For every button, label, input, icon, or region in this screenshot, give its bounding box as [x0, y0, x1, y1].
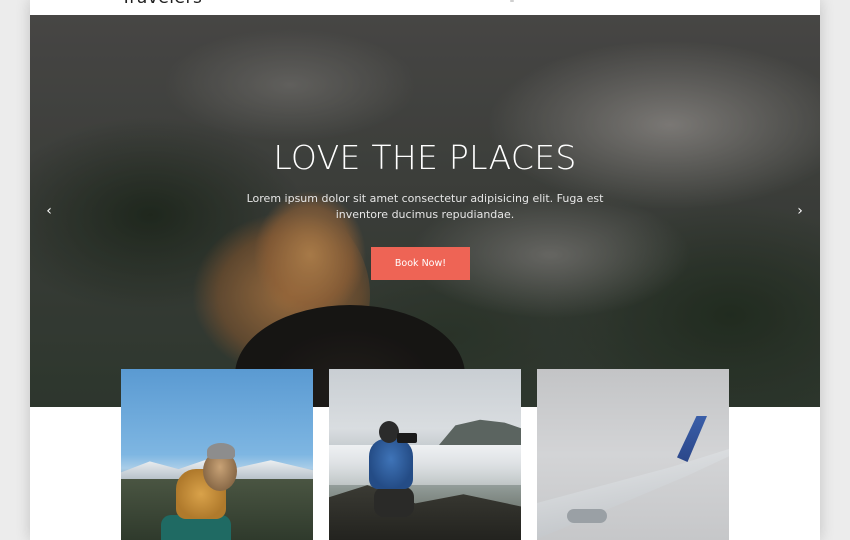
hiker-mountain-photo[interactable] [121, 369, 313, 540]
fog-layer [329, 445, 521, 485]
airplane-wing [537, 449, 729, 539]
hero-title: LOVE THE PLACES [273, 138, 577, 177]
foreground-rock [329, 485, 521, 540]
top-navbar: Travelers [30, 0, 820, 15]
distant-cliff [439, 419, 521, 445]
chevron-left-icon[interactable]: ‹ [41, 203, 57, 219]
site-logo[interactable]: Travelers [121, 0, 202, 8]
hero-subtitle: Lorem ipsum dolor sit amet consectetur a… [246, 192, 604, 221]
photographer-head [379, 421, 399, 443]
airplane-wing-photo[interactable] [537, 369, 729, 540]
engine [567, 509, 607, 523]
book-now-button[interactable]: Book Now! [371, 247, 470, 280]
hiker-hat [207, 443, 235, 459]
photographer-cliff-photo[interactable] [329, 369, 521, 540]
winglet [677, 416, 707, 462]
camera [397, 433, 417, 443]
photographer-coat [369, 439, 413, 489]
chevron-right-icon[interactable]: › [792, 203, 808, 219]
nav-indicator [510, 0, 514, 2]
photographer-legs [374, 487, 414, 517]
page: Travelers LOVE THE PLACES Lorem ipsum do… [30, 0, 820, 540]
hero-slider: LOVE THE PLACES Lorem ipsum dolor sit am… [30, 15, 820, 407]
